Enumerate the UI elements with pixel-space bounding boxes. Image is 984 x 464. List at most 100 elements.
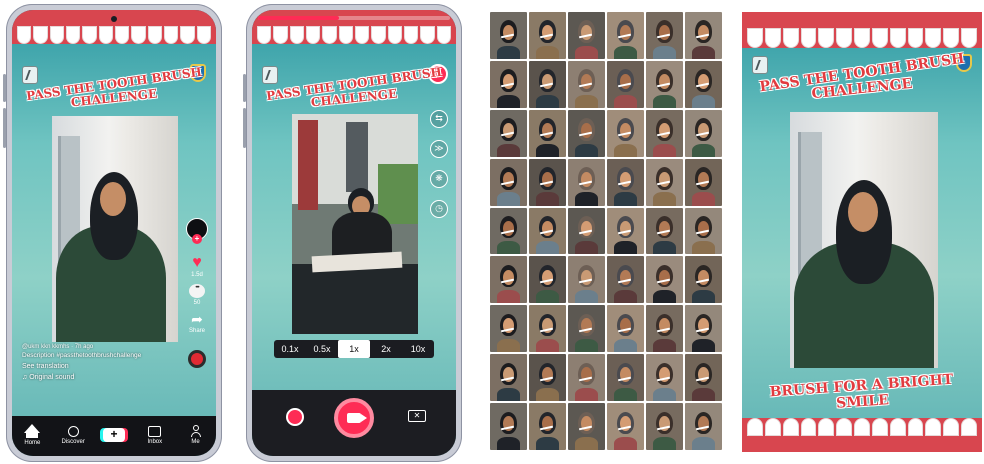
participant-thumbnail	[568, 256, 605, 304]
caption-user[interactable]: @ukm kkn kkmhs	[22, 344, 69, 350]
caption-description-label: Description	[22, 351, 55, 359]
effects-dot-button[interactable]	[286, 408, 304, 426]
video-caption: @ukm kkn kkmhs · 7h ago Description #pas…	[22, 344, 142, 382]
participant-thumbnail	[490, 354, 527, 402]
tab-inbox[interactable]: Inbox	[137, 425, 173, 445]
create-icon: +	[102, 428, 125, 442]
tab-me[interactable]: Me	[178, 425, 214, 445]
delete-segment-icon[interactable]: ✕	[408, 410, 426, 422]
like-heart-icon[interactable]: ♥	[189, 255, 205, 271]
filter-icon[interactable]: ❋	[430, 170, 448, 188]
share-label: Share	[188, 328, 205, 334]
power-button	[3, 108, 6, 148]
participant-thumbnail	[529, 12, 566, 59]
participant-thumbnail	[607, 158, 644, 206]
challenge-title: PASS THE TOOTH BRUSH CHALLENGE	[742, 51, 982, 103]
participant-thumbnail	[607, 60, 644, 108]
participant-thumbnail	[490, 403, 527, 450]
like-count: 1.5d	[191, 272, 203, 278]
final-frame: PASS THE TOOTH BRUSH CHALLENGE BRUSH FOR…	[742, 12, 982, 452]
camera-notch	[111, 16, 117, 22]
participant-thumbnail	[685, 256, 722, 304]
participant-thumbnail	[568, 354, 605, 402]
participant-thumbnail	[646, 12, 683, 59]
share-arrow-icon[interactable]: ➦	[189, 312, 205, 326]
volume-button	[3, 74, 6, 102]
search-icon	[67, 425, 79, 437]
teeth-bottom	[746, 418, 978, 436]
speed-option[interactable]: 2x	[370, 340, 402, 358]
volume-button	[243, 74, 246, 102]
participant-thumbnail	[529, 60, 566, 108]
record-button[interactable]	[334, 398, 374, 438]
participant-thumbnail	[568, 207, 605, 255]
speed-icon[interactable]: ≫	[430, 140, 448, 158]
challenge-title: PASS THE TOOTH BRUSH CHALLENGE	[252, 65, 456, 110]
tab-inbox-label: Inbox	[147, 438, 163, 445]
speed-option[interactable]: 0.5x	[306, 340, 338, 358]
participant-thumbnail	[607, 256, 644, 304]
challenge-title: PASS THE TOOTH BRUSH CHALLENGE	[12, 65, 216, 110]
participant-thumbnail	[490, 305, 527, 353]
poster-photo	[790, 112, 938, 368]
tab-home[interactable]: Home	[14, 424, 50, 446]
participant-thumbnail	[646, 60, 683, 108]
tab-home-label: Home	[24, 440, 41, 446]
caption-time: 7h ago	[74, 344, 94, 350]
video-photo	[52, 116, 178, 342]
teeth-top	[256, 26, 452, 44]
participant-thumbnail	[646, 305, 683, 353]
original-sound-link[interactable]: ♫ Original sound	[22, 373, 141, 382]
participant-thumbnail	[529, 256, 566, 304]
record-screen[interactable]: ✓ PASS THE TOOTH BRUSH CHALLENGE ⇆ ≫ ❋ ◷	[252, 10, 456, 456]
tab-discover-label: Discover	[61, 438, 85, 445]
recording-progress-fill	[258, 16, 339, 20]
flip-icon[interactable]: ⇆	[430, 110, 448, 128]
power-button	[243, 108, 246, 148]
participant-thumbnail	[685, 207, 722, 255]
tab-discover[interactable]: Discover	[55, 425, 91, 445]
participant-thumbnail	[529, 403, 566, 450]
participant-thumbnail	[607, 403, 644, 450]
participant-thumbnail	[490, 158, 527, 206]
participant-thumbnail	[529, 354, 566, 402]
participant-thumbnail	[685, 109, 722, 157]
music-disc-icon[interactable]	[188, 350, 206, 368]
feed-screen[interactable]: PASS THE TOOTH BRUSH CHALLENGE + ♥ 1.5d …	[12, 10, 216, 456]
follow-plus-icon[interactable]: +	[192, 234, 202, 244]
participant-thumbnail	[685, 403, 722, 450]
tab-me-label: Me	[191, 439, 200, 445]
profile-icon	[190, 425, 201, 437]
tab-create[interactable]: +	[96, 428, 132, 442]
speed-selector[interactable]: 0.1x 0.5x 1x 2x 10x	[274, 340, 434, 358]
participant-thumbnail	[646, 109, 683, 157]
speed-option[interactable]: 10x	[402, 340, 434, 358]
speed-option-active[interactable]: 1x	[338, 340, 370, 358]
participant-thumbnail	[607, 207, 644, 255]
speed-option[interactable]: 0.1x	[274, 340, 306, 358]
comment-count: 50	[193, 300, 201, 306]
timer-icon[interactable]: ◷	[430, 200, 448, 218]
participant-thumbnail	[607, 109, 644, 157]
participant-thumbnail	[490, 109, 527, 157]
home-icon	[24, 424, 41, 438]
see-translation-link[interactable]: See translation	[22, 362, 141, 371]
record-phone: ✓ PASS THE TOOTH BRUSH CHALLENGE ⇆ ≫ ❋ ◷	[243, 4, 462, 462]
action-rail: + ♥ 1.5d 50 ➦ Share	[184, 218, 210, 368]
participant-thumbnail	[568, 60, 605, 108]
participant-thumbnail	[529, 158, 566, 206]
participant-thumbnail	[607, 354, 644, 402]
comment-icon[interactable]	[189, 284, 205, 298]
participant-thumbnail	[490, 12, 527, 59]
recording-progress	[258, 16, 450, 20]
video-camera-icon	[347, 413, 367, 423]
bottom-tab-bar: Home Discover + Inbox Me	[12, 416, 216, 456]
creator-avatar[interactable]: +	[186, 218, 208, 244]
participant-thumbnail	[568, 403, 605, 450]
caption-hashtag[interactable]: #passthetoothbrushchallenge	[56, 352, 141, 359]
participant-thumbnail	[568, 109, 605, 157]
record-controls: ✕	[252, 390, 456, 456]
participant-thumbnail	[685, 60, 722, 108]
participant-thumbnail	[685, 354, 722, 402]
participant-thumbnail	[529, 207, 566, 255]
